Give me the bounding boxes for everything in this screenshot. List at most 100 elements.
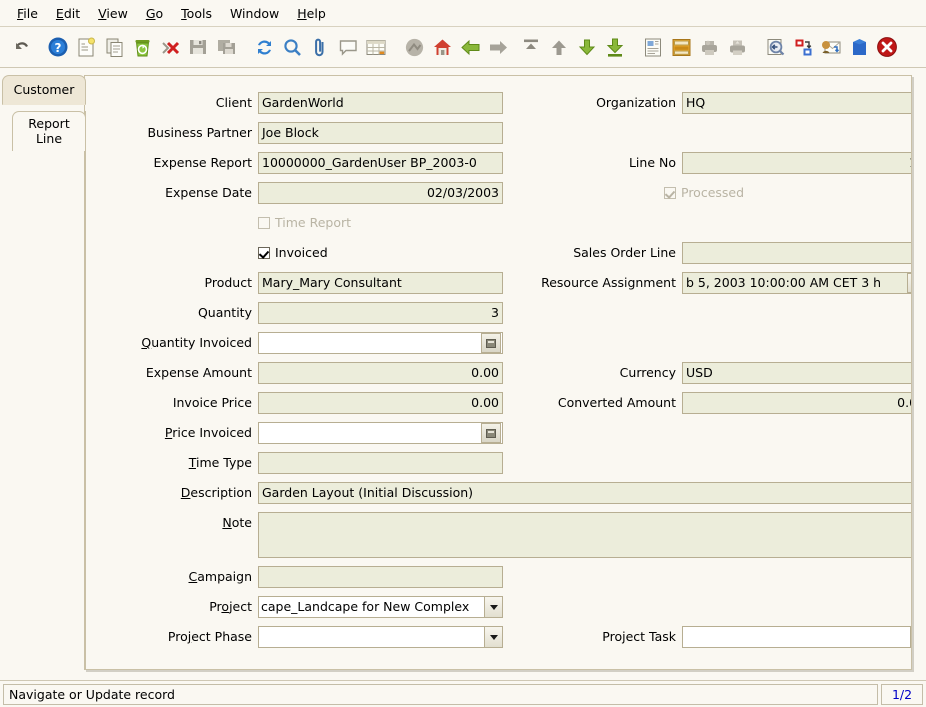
zoom-across-icon[interactable] <box>761 32 789 62</box>
project-task-value <box>683 627 910 647</box>
last-record-icon[interactable] <box>601 32 629 62</box>
history-icon[interactable] <box>400 32 428 62</box>
price-invoiced-calculator-button[interactable] <box>481 423 501 443</box>
delete-selection-icon[interactable] <box>156 32 184 62</box>
report-icon[interactable] <box>639 32 667 62</box>
refresh-icon[interactable] <box>250 32 278 62</box>
campaign-field[interactable] <box>258 566 503 588</box>
row-time-report: Time Report <box>85 212 911 234</box>
request-icon[interactable] <box>817 32 845 62</box>
time-type-field[interactable] <box>258 452 503 474</box>
line-no-field[interactable]: 10 <box>682 152 911 174</box>
tab-customer[interactable]: Customer <box>2 75 86 105</box>
menu-window[interactable]: Window <box>221 3 288 24</box>
attachment-icon[interactable] <box>306 32 334 62</box>
menu-go[interactable]: Go <box>137 3 172 24</box>
project-dropdown[interactable]: cape_Landcape for New Complex <box>258 596 503 618</box>
project-phase-dropdown[interactable] <box>258 626 503 648</box>
sales-order-line-field[interactable] <box>682 242 911 264</box>
processed-checkbox[interactable] <box>664 187 676 199</box>
menu-edit-mnemonic: E <box>55 5 64 21</box>
business-partner-field[interactable]: Joe Block <box>258 122 503 144</box>
price-invoiced-field[interactable] <box>258 422 503 444</box>
active-workflow-icon[interactable] <box>789 32 817 62</box>
sales-order-line-label: Sales Order Line <box>573 245 676 260</box>
project-task-dropdown[interactable] <box>682 626 911 648</box>
grid-toggle-icon[interactable] <box>362 32 390 62</box>
project-phase-label-rest: ect Phase <box>191 629 252 644</box>
archive-icon[interactable] <box>667 32 695 62</box>
product-field[interactable]: Mary_Mary Consultant <box>258 272 503 294</box>
arrow-left-icon[interactable] <box>456 32 484 62</box>
menu-help[interactable]: Help <box>288 3 335 24</box>
invoiced-checkbox[interactable] <box>258 247 270 259</box>
menu-file[interactable]: File <box>8 3 47 24</box>
chevron-down-icon[interactable] <box>910 627 911 647</box>
calculator-icon <box>486 338 496 348</box>
organization-field[interactable]: HQ <box>682 92 911 114</box>
project-phase-field-wrap <box>258 626 503 648</box>
svg-text:?: ? <box>55 41 62 55</box>
print-preview-icon[interactable] <box>695 32 723 62</box>
expense-report-field[interactable]: 10000000_GardenUser BP_2003-0 <box>258 152 503 174</box>
expense-date-field[interactable]: 02/03/2003 <box>258 182 503 204</box>
delete-record-icon[interactable] <box>128 32 156 62</box>
help-icon[interactable]: ? <box>44 32 72 62</box>
product-info-icon[interactable] <box>845 32 873 62</box>
print-icon[interactable] <box>723 32 751 62</box>
client-field[interactable]: GardenWorld <box>258 92 503 114</box>
price-invoiced-field-wrap <box>258 422 503 444</box>
next-record-icon[interactable] <box>573 32 601 62</box>
menu-view[interactable]: View <box>89 3 137 24</box>
campaign-field-wrap <box>258 566 503 588</box>
invoice-price-field[interactable]: 0.00 <box>258 392 503 414</box>
resource-assignment-field[interactable]: b 5, 2003 10:00:00 AM CET 3 h <box>682 272 911 294</box>
home-icon[interactable] <box>428 32 456 62</box>
quantity-label: Quantity <box>197 305 252 320</box>
save-icon[interactable] <box>184 32 212 62</box>
converted-amount-field-wrap: 0.00 <box>682 392 911 414</box>
menu-tools-label: ools <box>186 5 212 21</box>
project-phase-label: Project Phase <box>85 626 258 648</box>
close-window-icon[interactable] <box>873 32 901 62</box>
time-report-checkbox[interactable] <box>258 217 270 229</box>
expense-amount-label: Expense Amount <box>145 365 252 380</box>
invoiced-checkbox-wrap: Invoiced <box>258 242 503 264</box>
chevron-down-icon[interactable] <box>484 597 502 617</box>
chat-icon[interactable] <box>334 32 362 62</box>
menu-tools[interactable]: Tools <box>172 3 221 24</box>
first-record-icon[interactable] <box>517 32 545 62</box>
note-field[interactable] <box>258 512 911 558</box>
processed-checkrow: Processed <box>664 182 911 204</box>
find-icon[interactable] <box>278 32 306 62</box>
status-bar: Navigate or Update record 1/2 <box>0 680 926 707</box>
quantity-invoiced-label-rest: uantity Invoiced <box>151 335 252 350</box>
tab-report-line[interactable]: Report Line <box>12 111 86 151</box>
chevron-down-icon[interactable] <box>484 627 502 647</box>
note-label: Note <box>85 512 258 534</box>
expense-amount-field[interactable]: 0.00 <box>258 362 503 384</box>
note-field-wrap <box>258 512 911 558</box>
copy-record-icon[interactable] <box>100 32 128 62</box>
previous-record-icon[interactable] <box>545 32 573 62</box>
description-field[interactable]: Garden Layout (Initial Discussion) <box>258 482 911 504</box>
currency-field[interactable]: USD <box>682 362 911 384</box>
converted-amount-field[interactable]: 0.00 <box>682 392 911 414</box>
quantity-field[interactable]: 3 <box>258 302 503 324</box>
undo-icon[interactable] <box>6 32 34 62</box>
project-field-wrap: cape_Landcape for New Complex <box>258 596 503 618</box>
business-partner-field-wrap: Joe Block <box>258 122 503 144</box>
new-record-icon[interactable] <box>72 32 100 62</box>
quantity-invoiced-calculator-button[interactable] <box>481 333 501 353</box>
expense-date-label: Expense Date <box>165 185 252 200</box>
row-business-partner: Business Partner Joe Block <box>85 122 911 144</box>
project-value: cape_Landcape for New Complex <box>261 599 470 614</box>
resource-assignment-lookup-button[interactable] <box>907 273 911 293</box>
arrow-right-icon[interactable] <box>484 32 512 62</box>
campaign-mnemonic: C <box>188 569 198 584</box>
quantity-invoiced-field[interactable] <box>258 332 503 354</box>
row-client-organization: Client GardenWorld Organization HQ <box>85 92 911 114</box>
save-create-icon[interactable] <box>212 32 240 62</box>
menu-edit[interactable]: Edit <box>47 3 89 24</box>
project-phase-value <box>259 627 484 647</box>
